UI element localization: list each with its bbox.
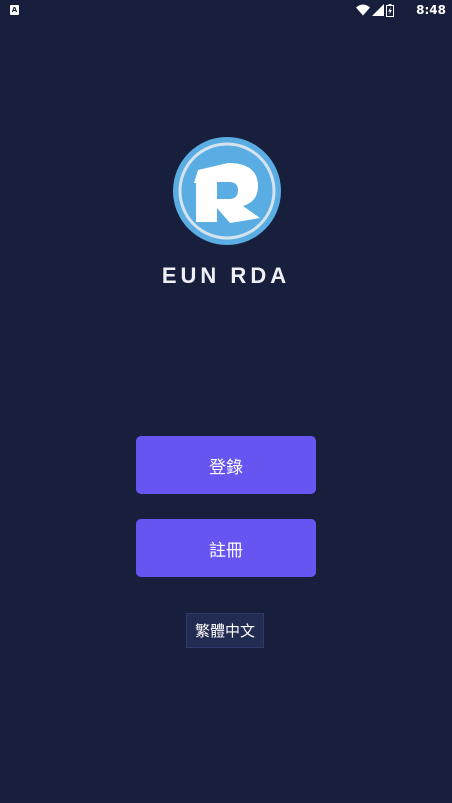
status-icons [356,3,394,17]
language-switch-label: 繁體中文 [194,622,255,640]
wifi-icon [356,4,370,16]
register-button[interactable]: 註冊 [136,519,316,577]
app-notification-letter: A [11,5,18,14]
status-bar: A 8:48 [0,0,452,20]
login-button-label: 登錄 [209,457,243,478]
r-logo-icon [173,137,281,245]
battery-icon [386,3,394,17]
register-button-label: 註冊 [209,540,243,561]
status-time: 8:48 [416,3,446,17]
signal-icon [372,4,384,16]
language-switch-button[interactable]: 繁體中文 [186,613,264,648]
login-button[interactable]: 登錄 [136,436,316,494]
app-notification-icon: A [10,5,19,15]
brand-name: EUN RDA [161,263,291,288]
